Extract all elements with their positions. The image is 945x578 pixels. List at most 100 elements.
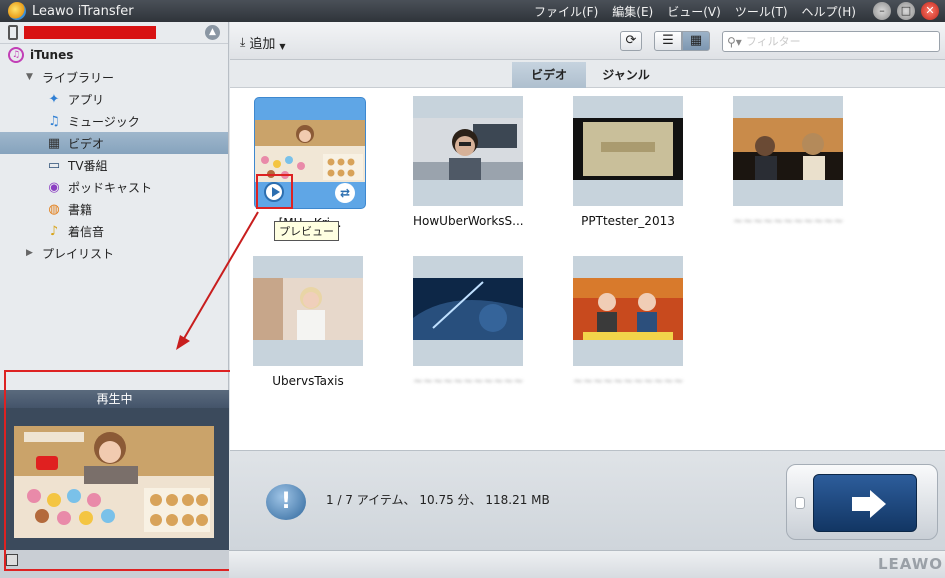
music-note-icon: ♫ [48,113,60,129]
sidebar-item-playlists[interactable]: ▶ プレイリスト [0,242,228,264]
window-title: Leawo iTransfer [32,3,134,19]
eject-icon[interactable]: ▲ [205,25,220,40]
sidebar-item-apps[interactable]: ✦ アプリ [0,88,228,110]
view-tabs: ビデオ ジャンル [230,60,945,88]
sidebar-item-label: 着信音 [68,224,105,239]
list-view-button[interactable]: ☰ [654,31,682,51]
video-thumbnail[interactable] [733,96,843,206]
book-icon: ◍ [48,201,60,217]
menu-tools[interactable]: ツール(T) [735,3,788,20]
expand-arrow-icon[interactable]: ▼ [26,72,38,82]
leawo-logo-icon [8,2,26,20]
video-item[interactable]: HowUberWorksS... [413,96,523,228]
video-thumbnail[interactable] [413,256,523,366]
dropdown-arrow-icon: ▼ [279,42,286,51]
sidebar-item-music[interactable]: ♫ ミュージック [0,110,228,132]
device-row[interactable]: ▲ [0,22,228,44]
info-icon: ! [266,484,306,520]
menu-view[interactable]: ビュー(V) [667,3,721,20]
add-icon: ⤓ [240,35,246,49]
sidebar-item-ringtones[interactable]: ♪ 着信音 [0,220,228,242]
bottom-bar: LEAWO [229,550,945,578]
status-panel: ! 1 / 7 アイテム、 10.75 分、 118.21 MB [230,450,945,550]
search-icon: ⚲▾ [727,34,742,49]
annotation-box-now-playing [4,370,239,571]
thumbnail-image [413,278,523,340]
tv-icon: ▭ [47,157,61,173]
minimize-button[interactable]: – [873,2,891,20]
status-text: 1 / 7 アイテム、 10.75 分、 118.21 MB [326,493,550,507]
sidebar-item-video[interactable]: ▦ ビデオ [0,132,228,154]
menu-help[interactable]: ヘルプ(H) [802,3,856,20]
annotation-box-play-button [256,174,293,209]
video-title: HowUberWorksS... [413,214,523,228]
video-icon: ▦ [47,135,61,151]
video-item[interactable]: ~~~~~~~~~~~~ [733,96,843,228]
menu-file[interactable]: ファイル(F) [534,3,598,20]
sidebar-item-label: iTunes [30,48,74,62]
video-title: PPTtester_2013 [581,214,675,228]
sidebar-item-library[interactable]: ▼ ライブラリー [0,66,228,88]
close-button[interactable]: ✕ [921,2,939,20]
video-item[interactable]: UbervsTaxis [253,256,363,388]
video-item[interactable]: ⇄ [MU...Kri... [255,98,365,230]
transfer-icon[interactable]: ⇄ [335,183,355,203]
window-controls: – □ ✕ [873,2,939,20]
sidebar-item-label: ポッドキャスト [68,180,153,195]
video-title: UbervsTaxis [272,374,344,388]
video-thumbnail[interactable] [253,256,363,366]
sidebar-item-label: 書籍 [68,202,93,217]
sidebar-item-label: ミュージック [68,114,140,129]
refresh-button[interactable]: ⟳ [620,31,642,51]
video-thumbnail[interactable] [413,96,523,206]
tab-video[interactable]: ビデオ [512,62,586,88]
video-grid: ⇄ [MU...Kri... HowUberWorksS... [230,88,945,450]
title-bar: Leawo iTransfer ファイル(F) 編集(E) ビュー(V) ツール… [0,0,945,22]
device-name-redacted [24,26,156,39]
video-title: ~~~~~~~~~~~~ [573,374,683,388]
add-button-label: 追加 [249,37,276,52]
thumbnail-image [255,120,365,182]
menu-bar: ファイル(F) 編集(E) ビュー(V) ツール(T) ヘルプ(H) [534,0,856,22]
thumbnail-image [253,278,363,340]
sidebar-item-itunes[interactable]: ♫ iTunes [0,44,228,66]
expand-arrow-icon[interactable]: ▶ [26,248,38,258]
iphone-icon [8,25,18,40]
tab-genre[interactable]: ジャンル [586,62,666,88]
add-button[interactable]: ⤓ 追加 ▼ [240,33,285,52]
sidebar-item-label: TV番組 [68,158,108,173]
menu-edit[interactable]: 編集(E) [612,3,653,20]
video-item[interactable]: ~~~~~~~~~~~~ [573,256,683,388]
app-store-icon: ✦ [48,91,60,107]
transfer-button-frame [786,464,938,540]
sidebar-item-label: アプリ [68,92,105,107]
transfer-button[interactable] [813,474,917,532]
maximize-button[interactable]: □ [897,2,915,20]
bell-icon: ♪ [49,223,59,239]
video-title: ~~~~~~~~~~~~ [733,214,843,228]
sidebar-item-label: ライブラリー [42,70,115,85]
thumbnail-image [413,118,523,180]
thumbnail-image [733,118,843,180]
video-thumbnail[interactable] [573,256,683,366]
search-input[interactable] [745,35,926,48]
thumbnail-image [573,118,683,180]
sidebar-item-podcast[interactable]: ◉ ポッドキャスト [0,176,228,198]
video-title: ~~~~~~~~~~~~ [413,374,523,388]
sidebar-item-label: プレイリスト [42,246,115,261]
video-thumbnail[interactable] [573,96,683,206]
sidebar-item-books[interactable]: ◍ 書籍 [0,198,228,220]
leawo-brand: LEAWO [877,555,943,573]
toolbar: ⤓ 追加 ▼ ⟳ ☰ ▦ ⚲▾ [230,22,945,60]
itunes-icon: ♫ [8,47,24,63]
sidebar-item-tv[interactable]: ▭ TV番組 [0,154,228,176]
podcast-icon: ◉ [48,179,60,195]
thumbnail-image [573,278,683,340]
preview-tooltip: プレビュー [274,221,339,241]
grid-view-button[interactable]: ▦ [682,31,710,51]
search-box[interactable]: ⚲▾ [722,31,940,52]
device-slot-icon [795,497,805,509]
sidebar-item-label: ビデオ [68,136,105,151]
video-item[interactable]: PPTtester_2013 [573,96,683,228]
video-item[interactable]: ~~~~~~~~~~~~ [413,256,523,388]
